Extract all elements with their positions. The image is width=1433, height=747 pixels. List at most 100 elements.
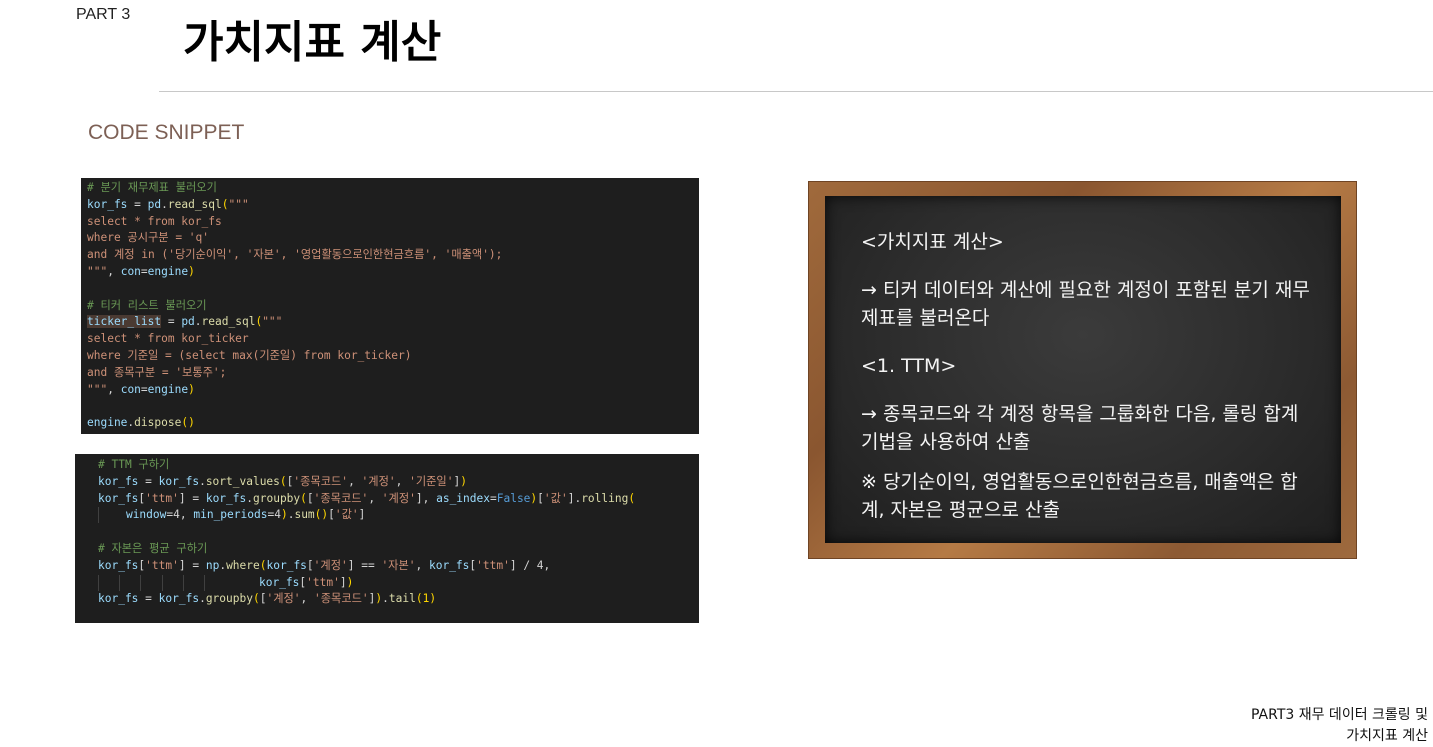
code-token: . xyxy=(199,592,206,606)
code-token: 'ttm' xyxy=(145,558,179,572)
code-token: engine xyxy=(147,382,189,396)
code-token: np xyxy=(205,558,220,572)
footer-line-1: PART3 재무 데이터 크롤링 및 xyxy=(1250,707,1428,723)
code-token: con xyxy=(120,264,141,278)
code-token: kor_fs xyxy=(258,575,300,589)
code-token: (1) xyxy=(415,592,437,606)
code-token: 'ttm' xyxy=(306,575,340,589)
code-line: kor_fs['ttm']) xyxy=(98,574,689,592)
code-token: ] xyxy=(358,508,366,522)
code-token: sum xyxy=(294,508,315,522)
code-token: """ xyxy=(228,197,249,211)
code-token: kor_fs xyxy=(98,491,139,505)
code-token: 4 xyxy=(274,508,281,522)
code-token: select * from kor_ticker xyxy=(87,332,249,346)
code-token: rolling xyxy=(581,491,629,505)
code-line: where 공시구분 = 'q' xyxy=(87,230,693,247)
code-token: = xyxy=(140,382,148,396)
code-token: () xyxy=(181,416,195,430)
code-token: '값' xyxy=(334,508,359,522)
code-token: ] xyxy=(178,558,186,572)
code-line: """, con=engine) xyxy=(87,382,693,399)
code-token: ( xyxy=(259,558,267,572)
code-token: , xyxy=(395,474,410,488)
section-label: CODE SNIPPET xyxy=(88,121,245,144)
code-token: '계정' xyxy=(381,491,416,505)
code-token: = xyxy=(140,264,148,278)
code-token: """ xyxy=(262,315,283,329)
code-token: = xyxy=(185,491,206,505)
code-token: . xyxy=(194,315,202,329)
code-token: '계정' xyxy=(266,592,301,606)
code-token: groupby xyxy=(253,491,301,505)
code-token: ) xyxy=(280,508,288,522)
code-snippet-load-data: # 분기 재무제표 불러오기 kor_fs = pd.read_sql(""" se… xyxy=(81,178,699,434)
code-token: where 공시구분 = 'q' xyxy=(87,231,209,245)
code-token: pd xyxy=(181,315,195,329)
code-token: ) xyxy=(460,474,467,488)
code-line: and 종목구분 = '보통주'; xyxy=(87,365,693,382)
code-token: '종목코드' xyxy=(313,491,369,505)
code-token: '기준일' xyxy=(409,474,454,488)
code-token: # TTM 구하기 xyxy=(98,458,170,471)
code-token: [ xyxy=(306,491,314,505)
code-line: # 자본은 평균 구하기 xyxy=(98,541,689,558)
chalkboard-subheading: <1. TTM> xyxy=(861,355,957,377)
code-token: """ xyxy=(87,264,108,278)
code-token: """ xyxy=(87,382,108,396)
code-token: kor_fs xyxy=(158,592,200,606)
code-token: and 계정 in ('당기순이익', '자본', '영업활동으로인한현금흐름'… xyxy=(87,248,503,262)
code-token: 'ttm' xyxy=(145,491,179,505)
code-token: kor_fs xyxy=(266,558,307,572)
code-token: where xyxy=(226,558,260,572)
footer-text: PART3 재무 데이터 크롤링 및 가치지표 계산 xyxy=(1198,705,1428,747)
code-token: . xyxy=(246,491,253,505)
code-line: select * from kor_ticker xyxy=(87,331,693,348)
code-line: engine.dispose() xyxy=(87,415,693,432)
code-token: , xyxy=(300,592,315,606)
code-token: = xyxy=(138,474,159,488)
code-line: # 분기 재무제표 불러오기 xyxy=(87,180,693,197)
code-line: # TTM 구하기 xyxy=(98,457,689,474)
code-token: ) xyxy=(346,575,354,589)
code-token: kor_fs xyxy=(205,491,247,505)
code-line: kor_fs['ttm'] = np.where(kor_fs['계정'] ==… xyxy=(98,558,689,575)
page-title: 가치지표 계산 xyxy=(183,17,442,68)
code-token: = xyxy=(185,558,206,572)
code-token: '계정' xyxy=(313,558,348,572)
code-token: , xyxy=(348,474,362,488)
code-token: , xyxy=(422,491,437,505)
code-token: '종목코드' xyxy=(314,592,369,606)
code-token: ticker_list xyxy=(87,315,162,329)
chalkboard-point-2: → 종목코드와 각 계정 항목을 그룹화한 다음, 롤링 합계 기법을 사용하여… xyxy=(861,403,1299,453)
code-token: kor_fs xyxy=(428,558,470,572)
code-token: 4 xyxy=(173,508,180,522)
code-token: and 종목구분 = '보통주'; xyxy=(87,365,227,379)
code-token: sort_values xyxy=(205,474,280,488)
code-token: groupby xyxy=(205,592,253,606)
code-token: kor_fs xyxy=(87,197,128,211)
code-token: ] xyxy=(339,575,347,589)
code-token: , xyxy=(107,264,121,278)
code-line: select * from kor_fs xyxy=(87,214,693,231)
code-token: engine xyxy=(87,416,128,430)
code-token: , xyxy=(107,382,121,396)
code-token: kor_fs xyxy=(158,474,200,488)
code-snippet-ttm: # TTM 구하기 kor_fs = kor_fs.sort_values(['종… xyxy=(75,454,699,623)
title-divider xyxy=(159,91,1433,92)
code-token: = xyxy=(138,592,159,606)
code-token: [ xyxy=(328,508,335,522)
code-line: where 기준일 = (select max(기준일) from kor_ti… xyxy=(87,348,693,365)
code-line: kor_fs = pd.read_sql(""" xyxy=(87,197,693,214)
code-token: () xyxy=(314,508,329,522)
code-token: False xyxy=(496,491,531,505)
code-token: '계정' xyxy=(361,474,396,488)
